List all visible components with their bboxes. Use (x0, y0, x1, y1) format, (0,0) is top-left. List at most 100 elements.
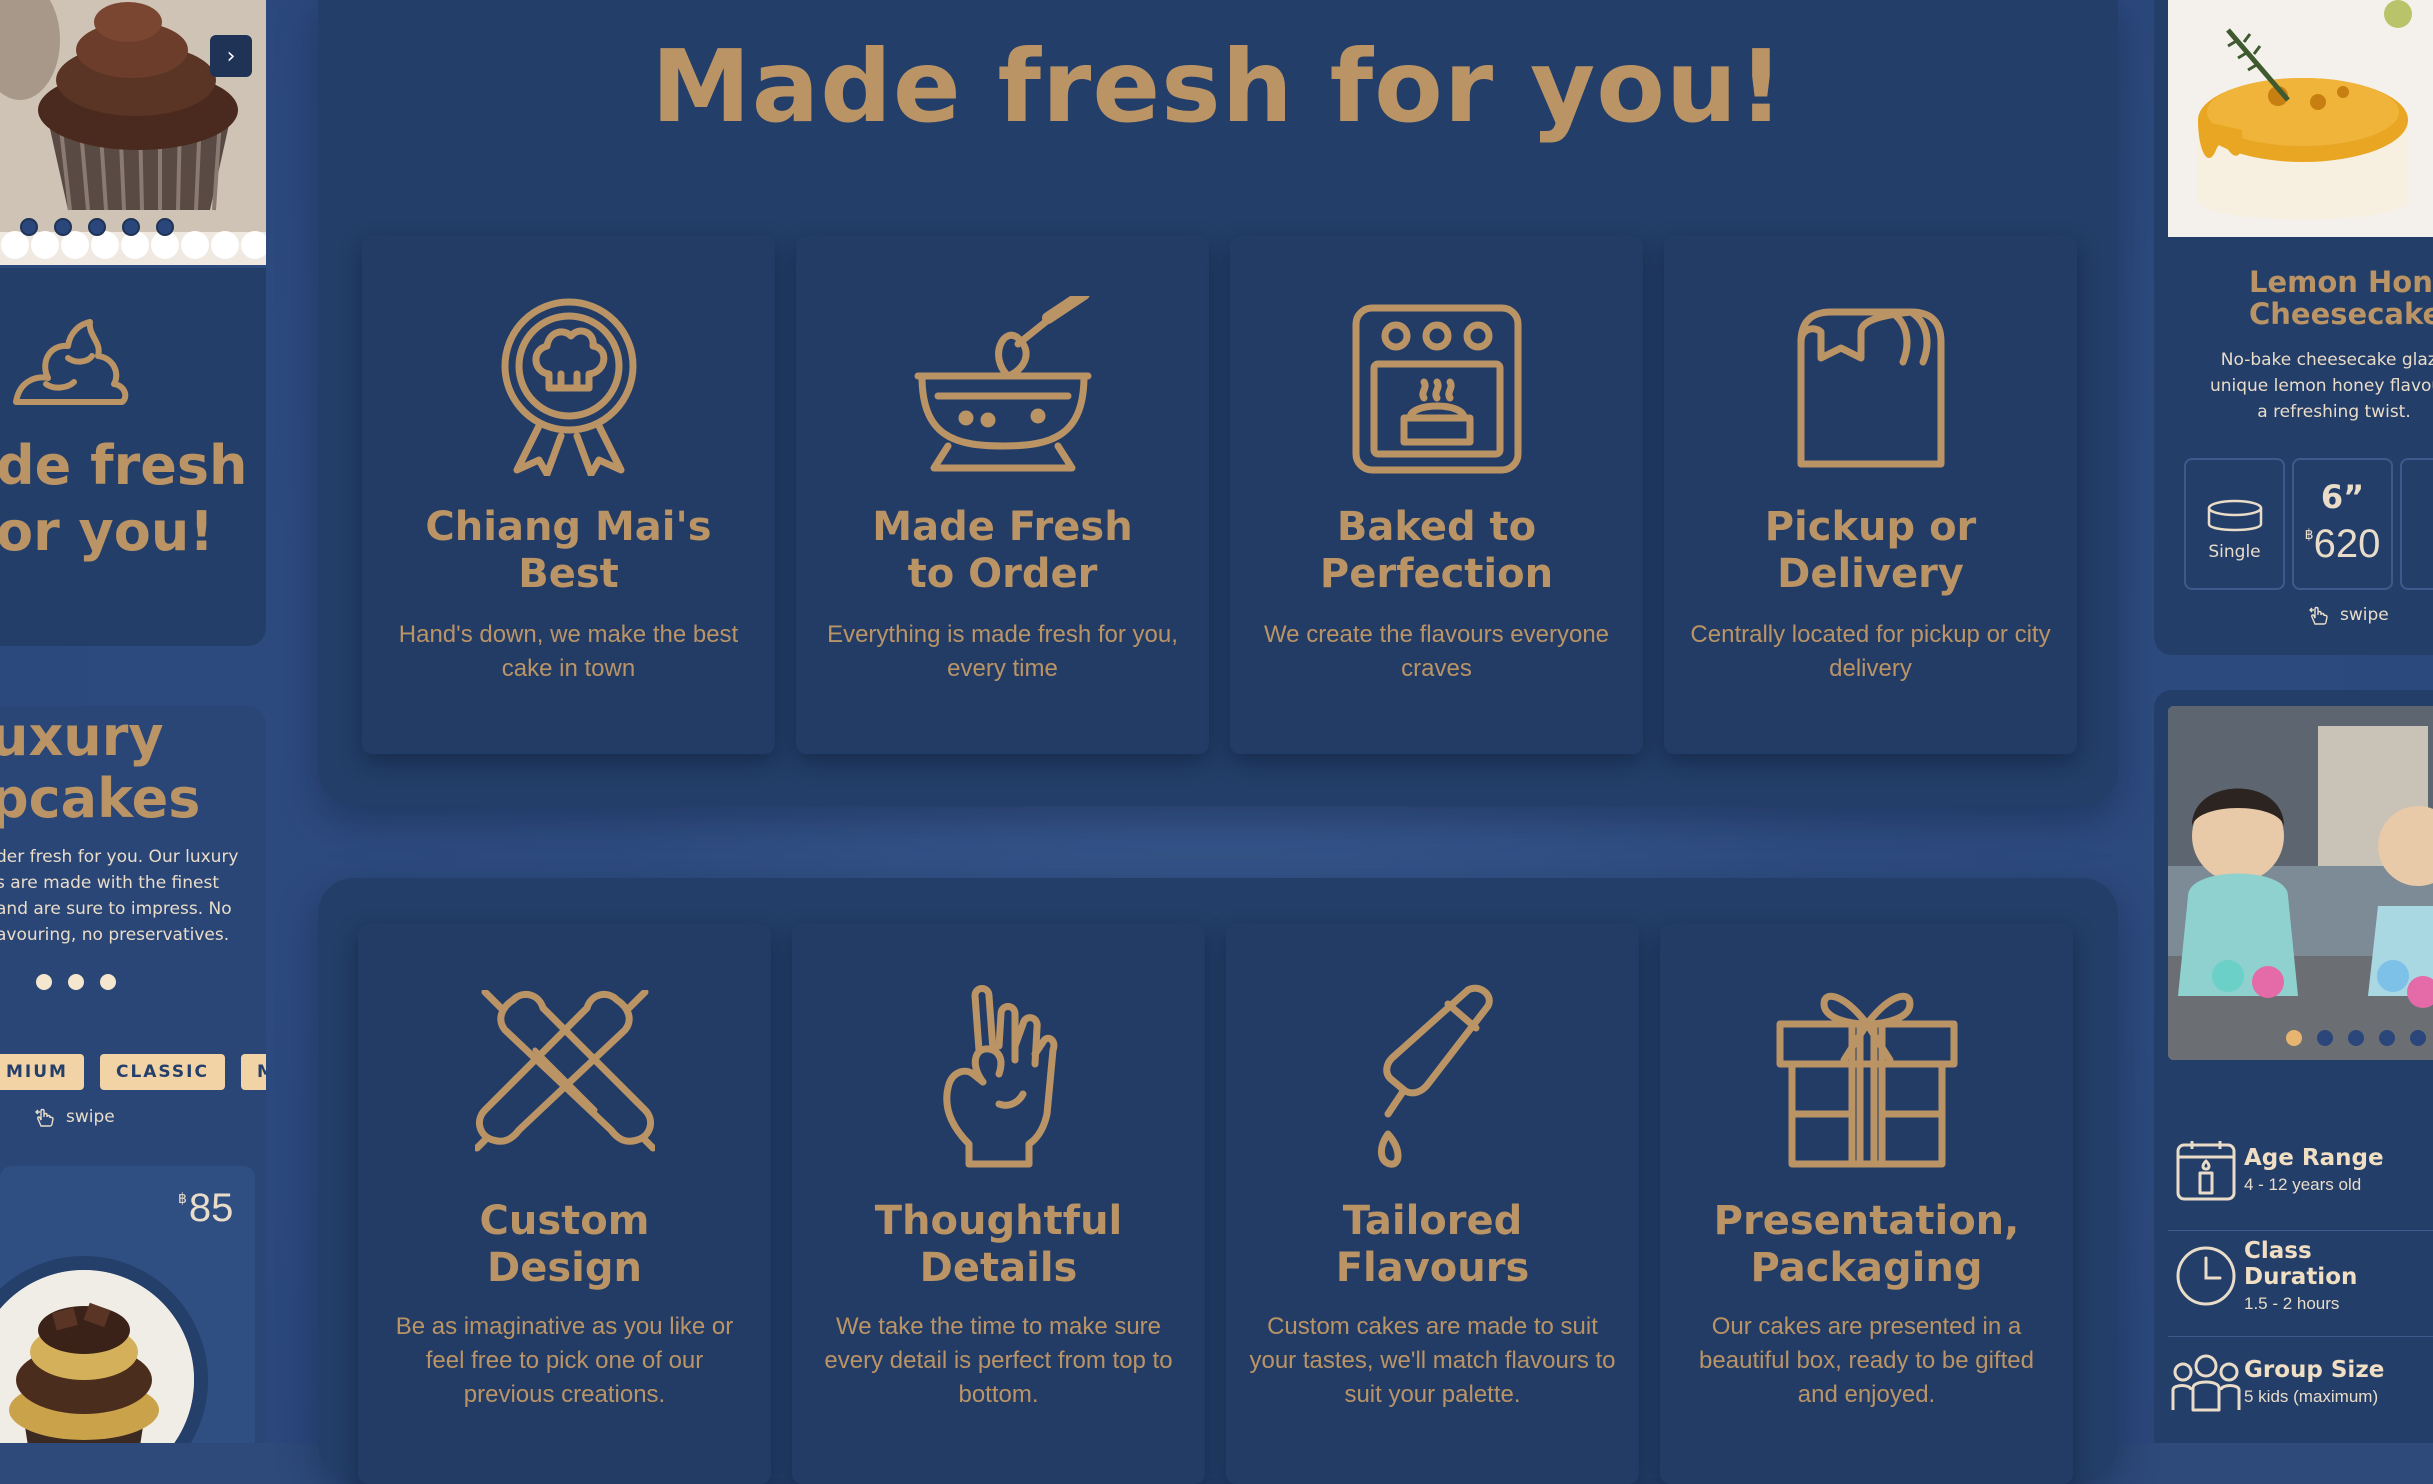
tier-tab-mini[interactable]: MIN (240, 1054, 266, 1090)
carousel-dots (20, 218, 174, 236)
size-option-6-inch[interactable]: 6” ฿620 (2292, 458, 2393, 590)
size-option-label: Single (2208, 542, 2261, 562)
right-carousel-column: Lemon Hone Cheesecake No-bake cheesecake… (2154, 0, 2433, 1443)
swipe-hand-icon (35, 1108, 54, 1127)
cheesecake-description: No-bake cheesecake glaze unique lemon ho… (2209, 350, 2433, 422)
feature-card-made-fresh: Made Fresh to Order Everything is made fr… (796, 236, 1209, 754)
left-carousel-column: › de fresh or you! uxury pcakes der fres… (0, 0, 268, 1443)
info-title: Group Size (2244, 1357, 2385, 1383)
feature-title: Pickup or Delivery (1764, 504, 1977, 597)
luxury-cupcakes-title: uxury pcakes (0, 706, 201, 830)
info-title: Age Range (2244, 1145, 2384, 1171)
carousel-dot[interactable] (2348, 1030, 2364, 1046)
made-fresh-mini-card: de fresh or you! (0, 268, 266, 646)
info-subtitle: 5 kids (maximum) (2244, 1387, 2379, 1406)
carousel-dot[interactable] (122, 218, 140, 236)
feature-title: Presentation, Packaging (1713, 1198, 2020, 1291)
mixing-bowl-whisk-icon (796, 296, 1209, 476)
tier-tab-premium[interactable]: MIUM (0, 1054, 84, 1090)
chocolate-cupcake-image: › (0, 0, 266, 265)
carousel-dot[interactable] (2410, 1030, 2426, 1046)
swipe-label: swipe (2340, 605, 2389, 625)
feature-title: Baked to Perfection (1319, 504, 1554, 597)
info-class-duration: Class Duration 1.5 - 2 hours (2168, 1226, 2433, 1326)
carousel-next-button[interactable]: › (210, 35, 252, 77)
kids-class-card: Age Range 4 - 12 years old Class Duratio… (2154, 690, 2433, 1443)
page-title: Made fresh for you! (651, 28, 1785, 145)
feature-text: Hand's down, we make the best cake in to… (398, 621, 739, 682)
feature-text: We create the flavours everyone craves (1263, 621, 1610, 682)
luxury-cupcakes-card: uxury pcakes der fresh for you. Our luxu… (0, 706, 266, 1443)
ok-hand-icon (792, 984, 1205, 1170)
piping-bottle-icon (1226, 984, 1639, 1170)
cupcake-price-panel: ฿85 (0, 1166, 255, 1443)
feature-text: We take the time to make sure every deta… (824, 1313, 1173, 1408)
feature-card-tailored-flavours: Tailored Flavours Custom cakes are made t… (1226, 924, 1639, 1484)
kids-carousel-dots (2286, 1030, 2426, 1046)
feature-title: Made Fresh to Order (872, 504, 1133, 597)
feature-title: Chiang Mai's Best (425, 504, 712, 597)
features-panel-bottom: Custom Design Be as imaginative as you li… (318, 878, 2118, 1484)
feature-card-baked-perfection: Baked to Perfection We create the flavour… (1230, 236, 1643, 754)
carousel-dot[interactable] (2286, 1030, 2302, 1046)
paper-bag-icon (1664, 302, 2077, 472)
feature-text: Custom cakes are made to suit your taste… (1249, 1313, 1616, 1408)
group-icon (2168, 1352, 2244, 1412)
oven-icon (1230, 302, 1643, 476)
carousel-dot[interactable] (2379, 1030, 2395, 1046)
swipe-hint: swipe (2308, 604, 2389, 626)
feature-text: Centrally located for pickup or city del… (1690, 621, 2051, 682)
info-title: Class Duration (2243, 1238, 2358, 1290)
feature-card-chiang-mai-best: Chiang Mai's Best Hand's down, we make th… (362, 236, 775, 754)
mini-card-title: de fresh or you! (0, 434, 248, 563)
rolling-pin-icon (358, 990, 771, 1170)
feature-card-pickup-delivery: Pickup or Delivery Centrally located for … (1664, 236, 2077, 754)
swipe-hand-icon (2309, 606, 2328, 625)
features-panel-top: Made fresh for you! Chiang Mai's Best Han… (318, 0, 2118, 806)
cream-swirl-icon (13, 319, 129, 405)
feature-title: Custom Design (479, 1198, 650, 1291)
carousel-dot[interactable] (36, 974, 52, 990)
cupcake-price: ฿85 (178, 1186, 234, 1230)
chevron-right-icon: › (226, 43, 236, 69)
carousel-dot[interactable] (68, 974, 84, 990)
feature-card-thoughtful-details: Thoughtful Details We take the time to ma… (792, 924, 1205, 1484)
award-chef-hat-icon (362, 296, 775, 476)
size-option-price: ฿620 (2304, 522, 2381, 566)
carousel-dot[interactable] (54, 218, 72, 236)
info-group-size: Group Size 5 kids (maximum) (2168, 1332, 2433, 1432)
cheesecake-title: Lemon Hone Cheesecake (2249, 265, 2433, 331)
info-age-range: Age Range 4 - 12 years old (2168, 1120, 2433, 1220)
luxury-cupcakes-description: der fresh for you. Our luxury s are made… (0, 847, 239, 945)
cupcake-tier-tabs: MIUM CLASSIC MIN (0, 1054, 266, 1090)
carousel-dot[interactable] (20, 218, 38, 236)
candle-icon (2168, 1137, 2244, 1203)
info-subtitle: 1.5 - 2 hours (2243, 1294, 2340, 1313)
feature-text: Everything is made fresh for you, every … (827, 621, 1178, 682)
gift-box-icon (1660, 984, 2073, 1170)
lemon-cheesecake-image (2168, 0, 2433, 237)
feature-text: Our cakes are presented in a beautiful b… (1699, 1313, 2034, 1408)
swipe-hint: swipe (34, 1106, 115, 1128)
size-option-size: 6” (2320, 478, 2365, 516)
carousel-dot[interactable] (2317, 1030, 2333, 1046)
feature-title: Thoughtful Details (874, 1198, 1123, 1291)
lemon-cheesecake-card: Lemon Hone Cheesecake No-bake cheesecake… (2154, 0, 2433, 655)
carousel-dot[interactable] (100, 974, 116, 990)
luxury-carousel-dots (36, 974, 116, 990)
swipe-label: swipe (66, 1107, 115, 1127)
cupcake-photo (0, 1256, 208, 1443)
carousel-dot[interactable] (88, 218, 106, 236)
clock-icon (2168, 1244, 2244, 1308)
tier-tab-classic[interactable]: CLASSIC (99, 1054, 225, 1090)
kids-baking-photo (2168, 706, 2433, 1060)
size-option-partial[interactable] (2400, 458, 2433, 590)
feature-text: Be as imaginative as you like or feel fr… (395, 1313, 734, 1408)
size-option-single[interactable]: Single (2184, 458, 2285, 590)
info-subtitle: 4 - 12 years old (2244, 1175, 2362, 1194)
feature-card-presentation-packaging: Presentation, Packaging Our cakes are pre… (1660, 924, 2073, 1484)
feature-card-custom-design: Custom Design Be as imaginative as you li… (358, 924, 771, 1484)
carousel-dot[interactable] (156, 218, 174, 236)
feature-title: Tailored Flavours (1335, 1198, 1530, 1291)
cake-slice-icon (2207, 499, 2263, 532)
